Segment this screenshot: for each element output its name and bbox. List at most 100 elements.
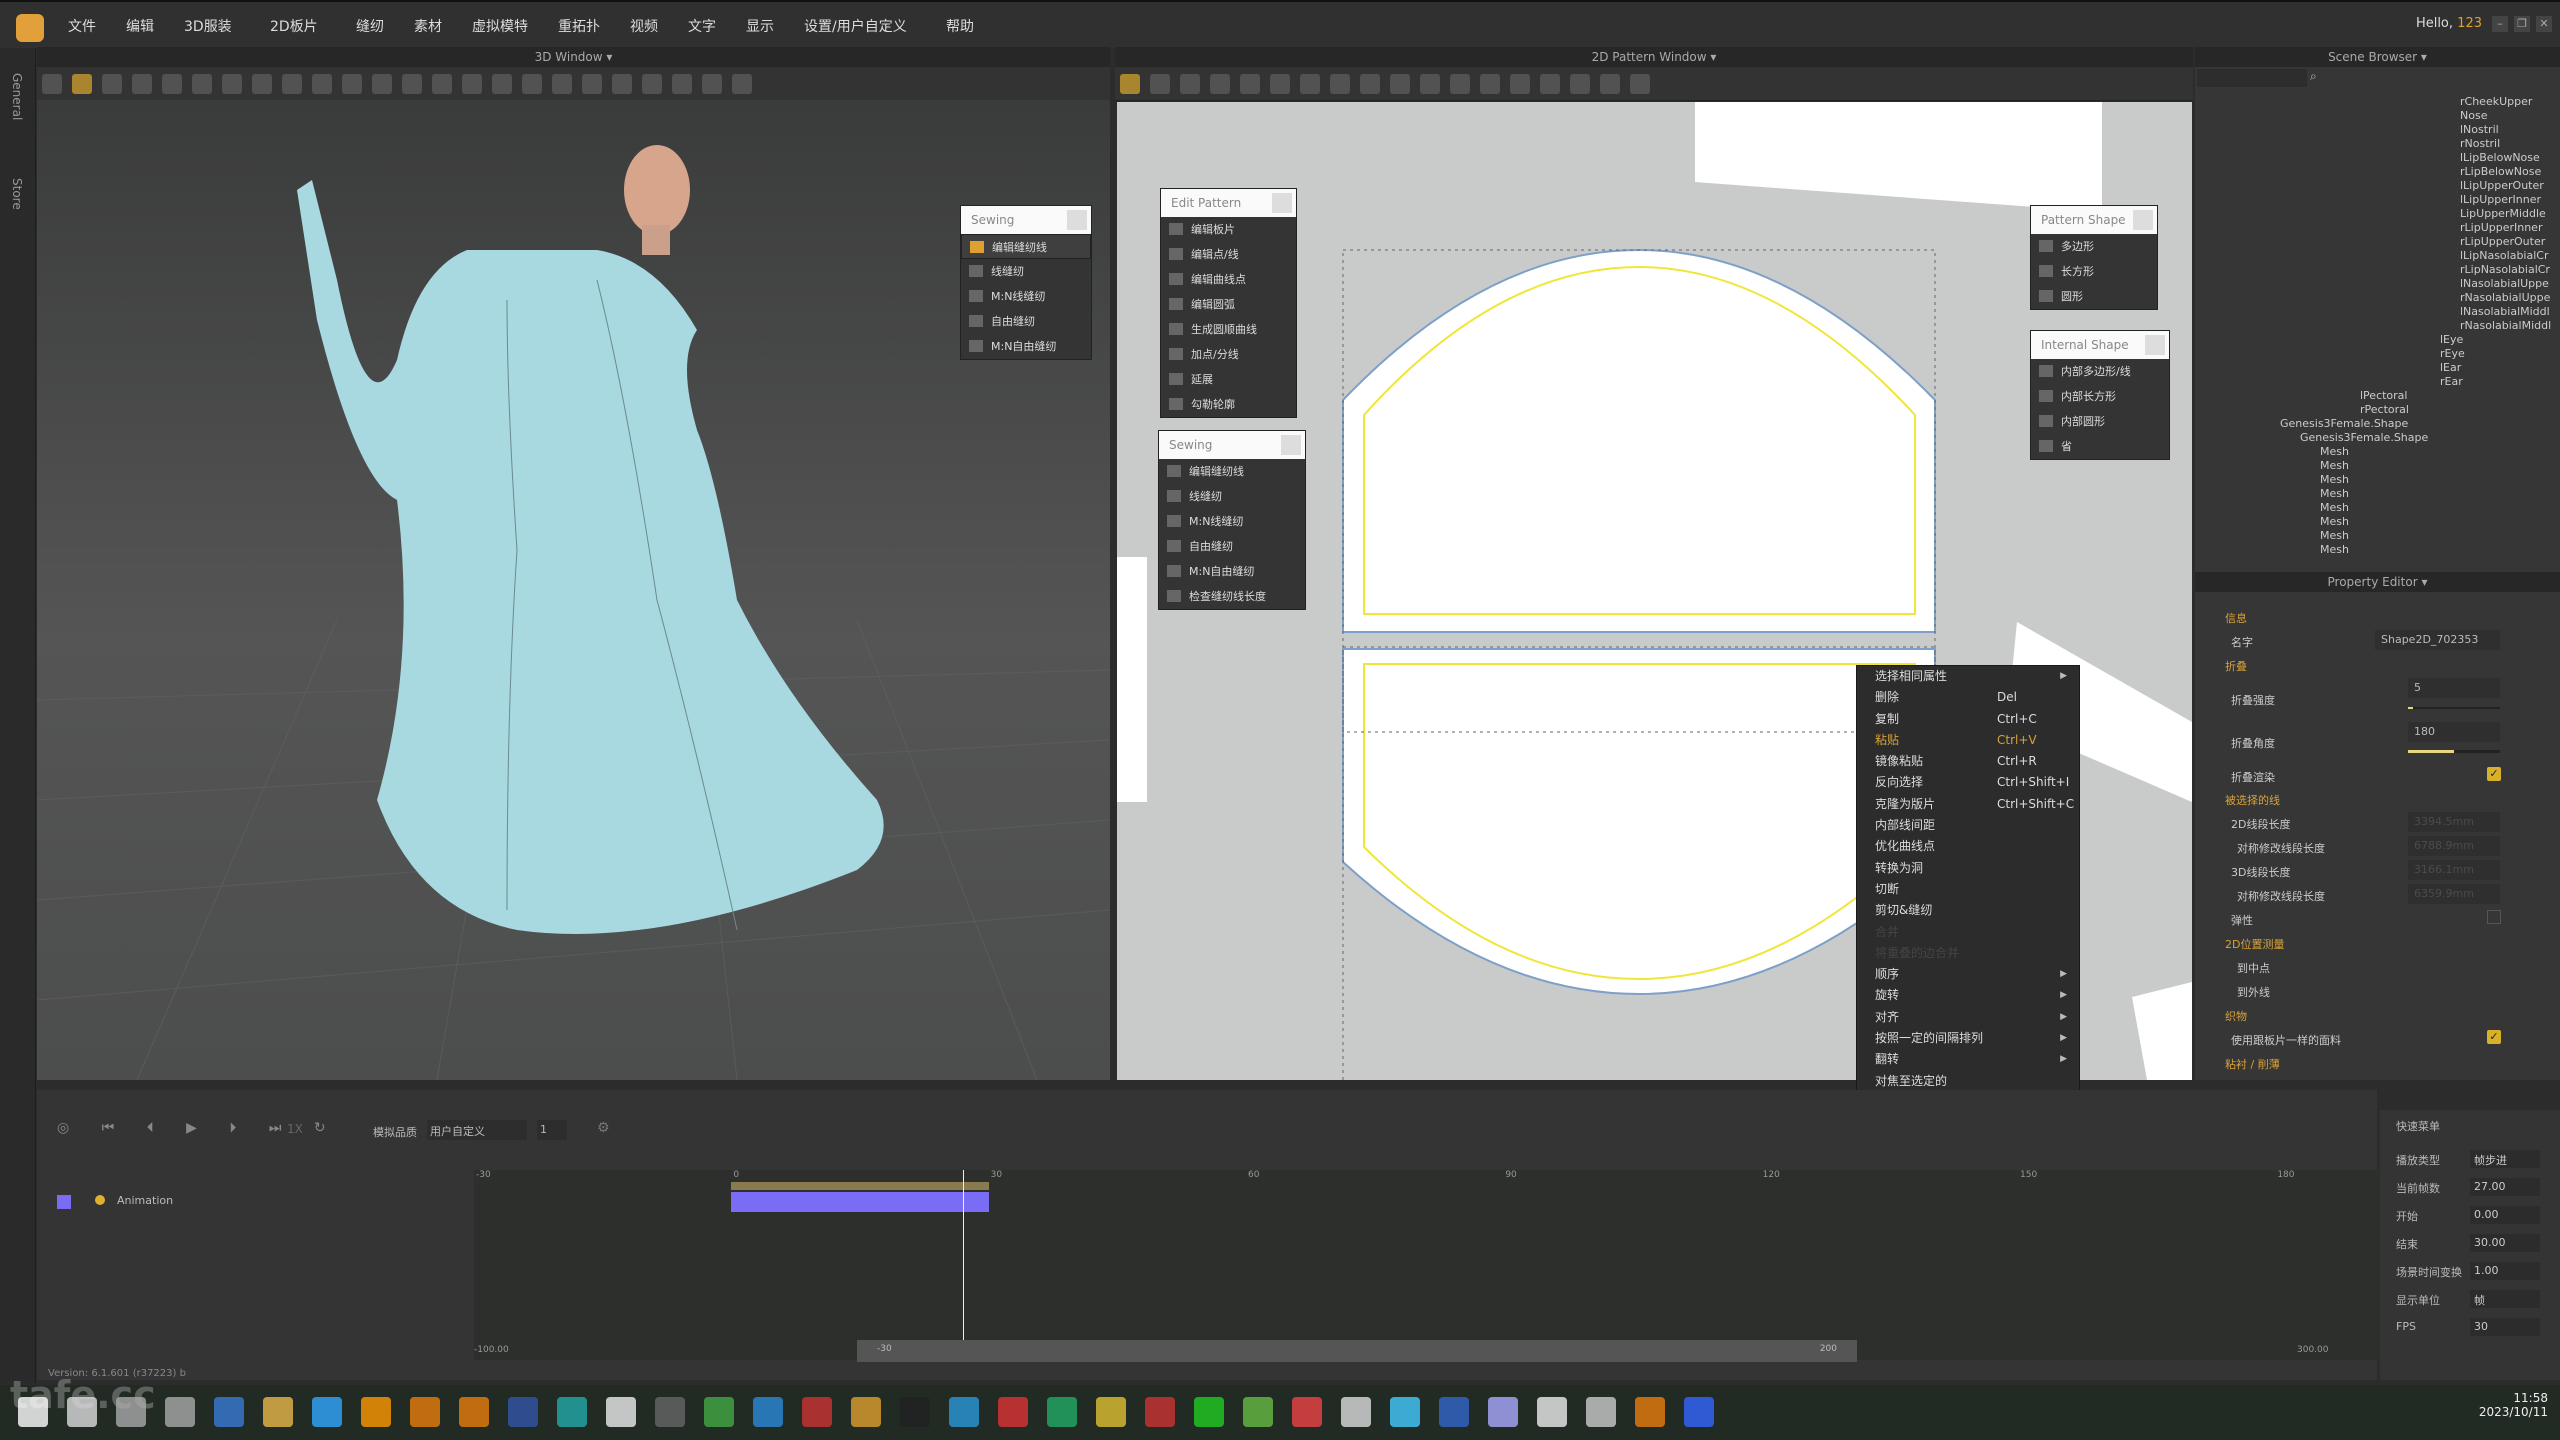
palette-close-icon[interactable]	[2133, 210, 2153, 230]
menu-item-11[interactable]: 设置/用户自定义	[804, 16, 907, 36]
app-logo[interactable]	[16, 14, 44, 42]
taskbar-app-icon[interactable]	[214, 1397, 244, 1427]
elastic-checkbox[interactable]	[2487, 910, 2501, 924]
quick-value-field[interactable]: 帧步进	[2470, 1150, 2540, 1168]
menu-item-6[interactable]: 虚拟模特	[472, 16, 528, 36]
tab-general[interactable]: General	[10, 73, 24, 120]
menu-item-9[interactable]: 文字	[688, 16, 716, 36]
tool-icon[interactable]	[342, 74, 362, 94]
taskbar-app-icon[interactable]	[116, 1397, 146, 1427]
tool-icon[interactable]	[1270, 74, 1290, 94]
tool-icon[interactable]	[402, 74, 422, 94]
fold-angle-slider[interactable]	[2408, 750, 2500, 753]
palette-tool-item[interactable]: 编辑缝纫线	[1159, 459, 1305, 484]
context-menu-item[interactable]: 按照一定的间隔排列 ▶	[1857, 1028, 2079, 1049]
scene-node[interactable]: lNasolabialMiddl	[2460, 305, 2550, 318]
section-fold[interactable]: 折叠	[2225, 658, 2247, 674]
taskbar-app-icon[interactable]	[361, 1397, 391, 1427]
gear-icon[interactable]: ⚙	[597, 1120, 610, 1136]
tool-icon[interactable]	[642, 74, 662, 94]
palette-tool-item[interactable]: 内部圆形	[2031, 409, 2169, 434]
taskbar-app-icon[interactable]	[18, 1397, 48, 1427]
palette-tool-item[interactable]: 检查缝纫线长度	[1159, 584, 1305, 609]
scene-node[interactable]: Genesis3Female.Shape	[2280, 417, 2408, 430]
fold-render-checkbox[interactable]: ✓	[2487, 767, 2501, 781]
palette-tool-item[interactable]: M:N线缝纫	[961, 284, 1091, 309]
context-menu-item[interactable]: 转换为洞	[1857, 858, 2079, 879]
quick-value-field[interactable]: 帧	[2470, 1290, 2540, 1308]
tool-icon[interactable]	[1600, 74, 1620, 94]
scene-node[interactable]: Nose	[2460, 109, 2487, 122]
palette-tool-item[interactable]: M:N线缝纫	[1159, 509, 1305, 534]
playhead[interactable]	[962, 1170, 964, 1340]
palette-tool-item[interactable]: 编辑曲线点	[1161, 267, 1296, 292]
palette-tool-item[interactable]: 圆形	[2031, 284, 2157, 309]
palette-tool-item[interactable]: 多边形	[2031, 234, 2157, 259]
quick-value-field[interactable]: 30.00	[2470, 1234, 2540, 1252]
context-menu-item[interactable]: 旋转 ▶	[1857, 985, 2079, 1006]
tool-icon[interactable]	[162, 74, 182, 94]
palette-tool-item[interactable]: 编辑板片	[1161, 217, 1296, 242]
same-fabric-checkbox[interactable]: ✓	[2487, 1030, 2501, 1044]
taskbar-app-icon[interactable]	[606, 1397, 636, 1427]
range-end[interactable]: 300.00	[2297, 1345, 2329, 1355]
taskbar-app-icon[interactable]	[410, 1397, 440, 1427]
menu-item-5[interactable]: 素材	[414, 16, 442, 36]
taskbar-app-icon[interactable]	[1096, 1397, 1126, 1427]
menu-item-4[interactable]: 缝纫	[356, 16, 384, 36]
taskbar-app-icon[interactable]	[1390, 1397, 1420, 1427]
palette-tool-item[interactable]: M:N自由缝纫	[961, 334, 1091, 359]
palette-tool-item[interactable]: 自由缝纫	[961, 309, 1091, 334]
scene-node[interactable]: rLipUpperInner	[2460, 221, 2542, 234]
scene-node[interactable]: lEye	[2440, 333, 2463, 346]
taskbar-app-icon[interactable]	[1537, 1397, 1567, 1427]
tool-icon[interactable]	[192, 74, 212, 94]
scene-node[interactable]: lLipUpperOuter	[2460, 179, 2544, 192]
scene-search-input[interactable]	[2197, 69, 2307, 87]
timeline-ruler[interactable]: -30 0 30 60 90 120 150 180	[474, 1170, 2404, 1360]
search-icon[interactable]: ⌕	[2310, 69, 2317, 84]
scene-node[interactable]: lEar	[2440, 361, 2461, 374]
context-menu-item[interactable]: 内部线间距	[1857, 815, 2079, 836]
quick-value-field[interactable]: 0.00	[2470, 1206, 2540, 1224]
palette-close-icon[interactable]	[1281, 435, 1301, 455]
context-menu-item[interactable]: 镜像粘贴 Ctrl+R	[1857, 751, 2079, 772]
taskbar-app-icon[interactable]	[1439, 1397, 1469, 1427]
taskbar-app-icon[interactable]	[557, 1397, 587, 1427]
fold-strength-slider[interactable]	[2408, 707, 2500, 709]
scene-node[interactable]: rCheekUpper	[2460, 95, 2532, 108]
close-button[interactable]: ✕	[2536, 16, 2552, 32]
taskbar-app-icon[interactable]	[263, 1397, 293, 1427]
context-menu-item[interactable]: 剪切&缝纫	[1857, 900, 2079, 921]
scene-node[interactable]: lLipBelowNose	[2460, 151, 2540, 164]
context-menu-item[interactable]: 对焦至选定的	[1857, 1071, 2079, 1092]
scene-node-mesh[interactable]: Mesh	[2320, 515, 2349, 528]
taskbar-app-icon[interactable]	[1145, 1397, 1175, 1427]
palette-tool-item[interactable]: 省	[2031, 434, 2169, 459]
tool-icon[interactable]	[1420, 74, 1440, 94]
taskbar-app-icon[interactable]	[1243, 1397, 1273, 1427]
taskbar-app-icon[interactable]	[655, 1397, 685, 1427]
taskbar-app-icon[interactable]	[312, 1397, 342, 1427]
menu-item-1[interactable]: 编辑	[126, 16, 154, 36]
palette-tool-item[interactable]: 编辑点/线	[1161, 242, 1296, 267]
scene-node[interactable]: Genesis3Female.Shape	[2300, 431, 2428, 444]
palette-tool-item[interactable]: 线缝纫	[1159, 484, 1305, 509]
fold-angle-field[interactable]: 180	[2408, 722, 2500, 742]
scene-node[interactable]: rNostril	[2460, 137, 2500, 150]
track-visibility-icon[interactable]	[95, 1195, 105, 1205]
maximize-button[interactable]: ❐	[2514, 16, 2530, 32]
taskbar-app-icon[interactable]	[1292, 1397, 1322, 1427]
palette-tool-item[interactable]: 内部长方形	[2031, 384, 2169, 409]
context-menu-item[interactable]: 优化曲线点	[1857, 836, 2079, 857]
tool-icon[interactable]	[1390, 74, 1410, 94]
taskbar-app-icon[interactable]	[802, 1397, 832, 1427]
tool-icon[interactable]	[72, 74, 92, 94]
tool-icon[interactable]	[732, 74, 752, 94]
context-menu-item[interactable]: 复制 Ctrl+C	[1857, 709, 2079, 730]
scene-node[interactable]: rLipBelowNose	[2460, 165, 2541, 178]
menu-item-8[interactable]: 视频	[630, 16, 658, 36]
context-menu-item[interactable]: 删除 Del	[1857, 687, 2079, 708]
timeline-scrollbar[interactable]: -30 200	[857, 1340, 1857, 1362]
palette-tool-item[interactable]: 勾勒轮廓	[1161, 392, 1296, 417]
